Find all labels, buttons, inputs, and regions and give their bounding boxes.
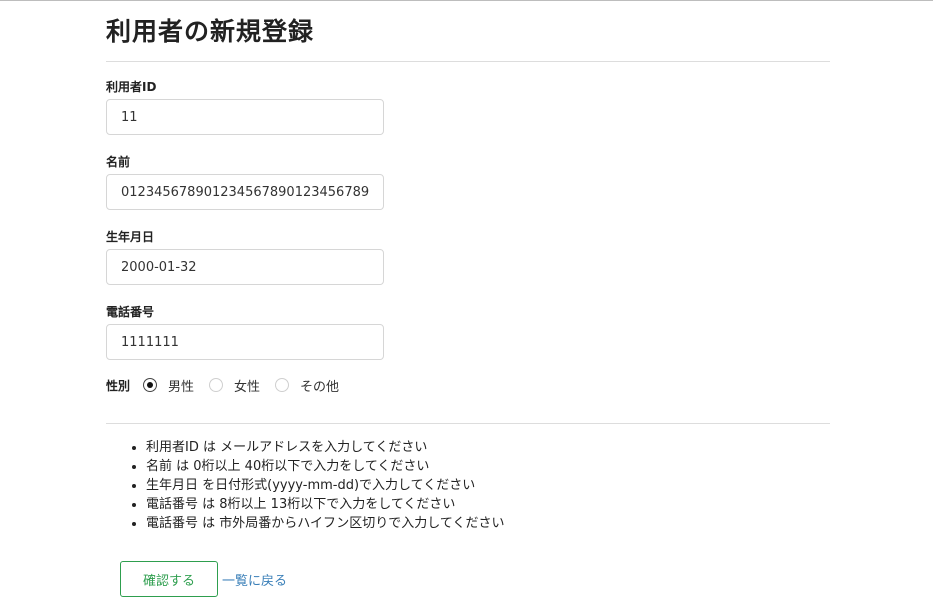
- errors-divider: [106, 423, 830, 424]
- user-id-label: 利用者ID: [106, 80, 157, 94]
- gender-option-other[interactable]: その他: [275, 376, 339, 395]
- error-message: 電話番号 は 市外局番からハイフン区切りで入力してください: [146, 514, 505, 533]
- confirm-button[interactable]: 確認する: [120, 561, 218, 597]
- birthdate-input[interactable]: [106, 249, 384, 285]
- birthdate-label: 生年月日: [106, 230, 155, 244]
- gender-radio-group: 性別 男性 女性 その他: [106, 374, 354, 396]
- radio-button-other[interactable]: [275, 378, 290, 392]
- gender-label: 性別: [106, 378, 131, 393]
- gender-option-label: 男性: [168, 379, 195, 395]
- error-message: 生年月日 を日付形式(yyyy-mm-dd)で入力してください: [146, 476, 505, 495]
- phone-input[interactable]: [106, 324, 384, 360]
- phone-label: 電話番号: [106, 305, 155, 319]
- gender-option-male[interactable]: 男性: [143, 376, 194, 395]
- name-input[interactable]: [106, 174, 384, 210]
- name-label: 名前: [106, 155, 131, 169]
- back-to-list-link[interactable]: 一覧に戻る: [222, 570, 287, 589]
- title-divider: [106, 61, 830, 62]
- radio-button-female[interactable]: [209, 378, 224, 392]
- error-message: 電話番号 は 8桁以上 13桁以下で入力をしてください: [146, 495, 505, 514]
- gender-option-label: その他: [300, 379, 340, 395]
- gender-option-label: 女性: [234, 379, 261, 395]
- radio-button-male[interactable]: [143, 378, 158, 392]
- page-title: 利用者の新規登録: [106, 17, 315, 46]
- validation-error-list: 利用者ID は メールアドレスを入力してください 名前 は 0桁以上 40桁以下…: [128, 438, 505, 533]
- top-border: [0, 0, 933, 1]
- error-message: 利用者ID は メールアドレスを入力してください: [146, 438, 505, 457]
- user-id-input[interactable]: [106, 99, 384, 135]
- gender-option-female[interactable]: 女性: [209, 376, 260, 395]
- error-message: 名前 は 0桁以上 40桁以下で入力をしてください: [146, 457, 505, 476]
